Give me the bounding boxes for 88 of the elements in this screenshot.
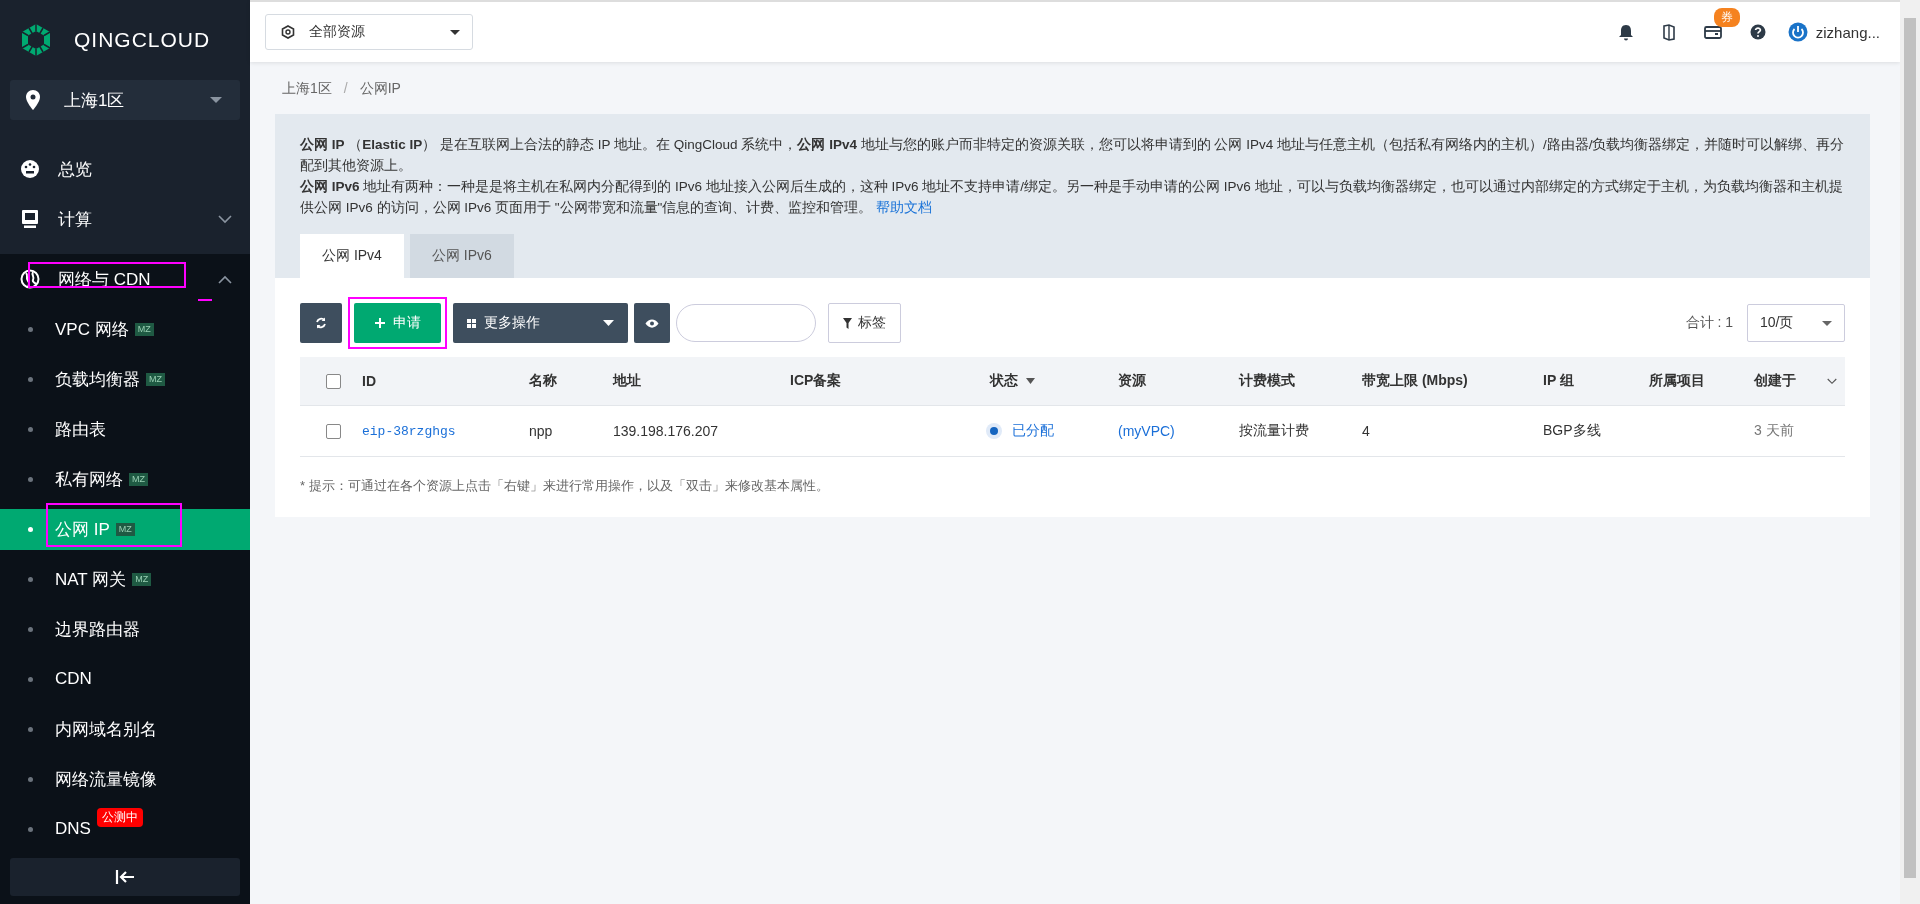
tab[interactable]: 公网 IPv6: [409, 234, 514, 278]
collapse-arrow-icon: [115, 869, 135, 885]
mz-badge: MZ: [115, 522, 135, 536]
help-icon[interactable]: [1749, 24, 1766, 40]
logo-icon: [20, 23, 52, 57]
search-field[interactable]: [676, 304, 816, 342]
nav-item[interactable]: 总览: [0, 144, 250, 194]
nav-subitem[interactable]: 路由表: [0, 408, 250, 450]
more-actions-button[interactable]: 更多操作: [453, 303, 628, 343]
nav-subitem[interactable]: 网络流量镜像: [0, 758, 250, 800]
region-select[interactable]: 上海1区: [10, 80, 240, 120]
table-cell: 139.198.176.207: [613, 423, 719, 439]
grid-icon: [467, 318, 476, 328]
filter-icon: [843, 317, 852, 329]
hint-text: * 提示：可通过在各个资源上点击「右键」来进行常用操作，以及「双击」来修改基本属性。: [300, 477, 830, 495]
table-cell: 按流量计费: [1239, 422, 1309, 440]
eye-icon: [645, 318, 659, 328]
breadcrumb-separator: /: [343, 80, 348, 98]
table-cell: BGP多线: [1543, 422, 1601, 440]
nav-subitem[interactable]: DNS 公测中: [0, 808, 250, 850]
page-size-select[interactable]: 10/页: [1747, 304, 1845, 342]
user-menu[interactable]: zizhang...: [1787, 22, 1880, 42]
coupon-badge: 券: [1713, 8, 1740, 27]
nav-subitem[interactable]: NAT 网关 MZ: [0, 558, 250, 600]
tag-button[interactable]: 标签: [828, 303, 901, 343]
view-button[interactable]: [634, 303, 670, 343]
resource-scope-select[interactable]: 全部资源: [265, 14, 473, 50]
tab[interactable]: 公网 IPv4: [300, 234, 404, 278]
mz-badge: MZ: [146, 372, 165, 386]
column-header: ID: [362, 373, 376, 389]
column-header: 创建于: [1754, 372, 1796, 390]
logo-text: QINGCLOUD: [74, 28, 211, 52]
column-header: 所属项目: [1649, 372, 1705, 390]
table-cell: npp: [529, 423, 553, 439]
bell-icon[interactable]: [1617, 23, 1634, 41]
total-count: 合计 : 1: [1685, 314, 1733, 332]
row-checkbox[interactable]: [326, 423, 341, 439]
refresh-button[interactable]: [300, 303, 342, 343]
nav-subitem[interactable]: 私有网络 MZ: [0, 458, 250, 500]
hexagon-icon: [281, 25, 295, 39]
refresh-icon: [315, 317, 327, 329]
globe-icon: [20, 269, 40, 289]
breadcrumb-item: 公网IP: [359, 80, 401, 98]
column-header: 名称: [529, 372, 557, 390]
wallet-icon[interactable]: [1703, 25, 1722, 39]
sort-caret-icon: [1026, 378, 1035, 384]
column-header: ICP备案: [790, 372, 842, 390]
nav-subitem[interactable]: 内网域名别名: [0, 708, 250, 750]
mz-badge: MZ: [132, 572, 152, 586]
plus-icon: [374, 318, 385, 328]
table-cell: 3 天前: [1754, 422, 1794, 440]
nav-group[interactable]: 计算: [0, 194, 250, 244]
expand-chevron-icon: [218, 214, 232, 224]
info-paragraph: 公网 IPv6 地址有两种：一种是是将主机在私网内分配得到的 IPv6 地址接入公网后生成的，这种 IPv6 地址不支持申请/绑定。另一种是手动申请的公网 IPv6 地址，可以与负载均衡器绑定，也可以通过内部绑定的方式绑定于主机，为负载均衡器和主机提供公网 IPv6 的访问，公网 IPv6 页面用于 "公网带宽和流量"信息的查询、计费、监控和管理。 帮助文档: [300, 178, 1844, 217]
column-header: 资源: [1118, 372, 1146, 390]
nav-subitem[interactable]: 负载均衡器 MZ: [0, 358, 250, 400]
map-icon[interactable]: [1661, 23, 1676, 41]
location-pin-icon: [26, 90, 40, 110]
nav-subitem[interactable]: VPC 网络 MZ: [0, 308, 250, 350]
caret-icon: [450, 29, 460, 35]
column-header: 地址: [613, 372, 641, 390]
column-header: 带宽上限 (Mbps): [1362, 372, 1468, 390]
mz-badge: MZ: [134, 322, 154, 336]
columns-chevron-icon: [1827, 377, 1837, 385]
column-header: IP 组: [1543, 372, 1574, 390]
help-doc-link[interactable]: 帮助文档: [876, 200, 933, 215]
table-cell: 4: [1362, 423, 1370, 439]
scrollbar-thumb[interactable]: [1904, 18, 1916, 878]
highlight-mark: [198, 299, 212, 301]
dashboard-icon: [20, 159, 40, 179]
caret-icon: [210, 97, 222, 103]
breadcrumb-item[interactable]: 上海1区: [282, 80, 332, 98]
info-paragraph: 公网 IP （Elastic IP） 是在互联网上合法的静态 IP 地址。在 QingCloud 系统中，公网 IPv4 地址与您的账户而非特定的资源关联，您可以将申请到的 公网 IPv4 地址与任意主机（包括私有网络内的主机）/路由器/负载均衡器绑定，并随时可以解绑、再分配到其他资源上。: [300, 136, 1845, 175]
monitor-icon: [20, 209, 40, 229]
nav-subitem[interactable]: CDN: [0, 658, 250, 700]
nav-subitem[interactable]: 边界路由器: [0, 608, 250, 650]
power-icon: [1787, 22, 1808, 42]
select-all-checkbox[interactable]: [326, 373, 341, 389]
collapse-chevron-icon: [218, 274, 232, 284]
caret-icon: [603, 320, 614, 326]
beta-badge: 公测中: [96, 807, 143, 827]
mz-badge: MZ: [129, 472, 148, 486]
eip-id-link[interactable]: eip-38rzghgs: [362, 423, 456, 439]
sortable-column-header[interactable]: 状态: [990, 372, 1035, 390]
table-cell: 已分配: [1012, 422, 1054, 440]
column-header: 计费模式: [1239, 372, 1295, 390]
resource-link[interactable]: (myVPC): [1118, 423, 1175, 439]
caret-icon: [1822, 320, 1832, 326]
